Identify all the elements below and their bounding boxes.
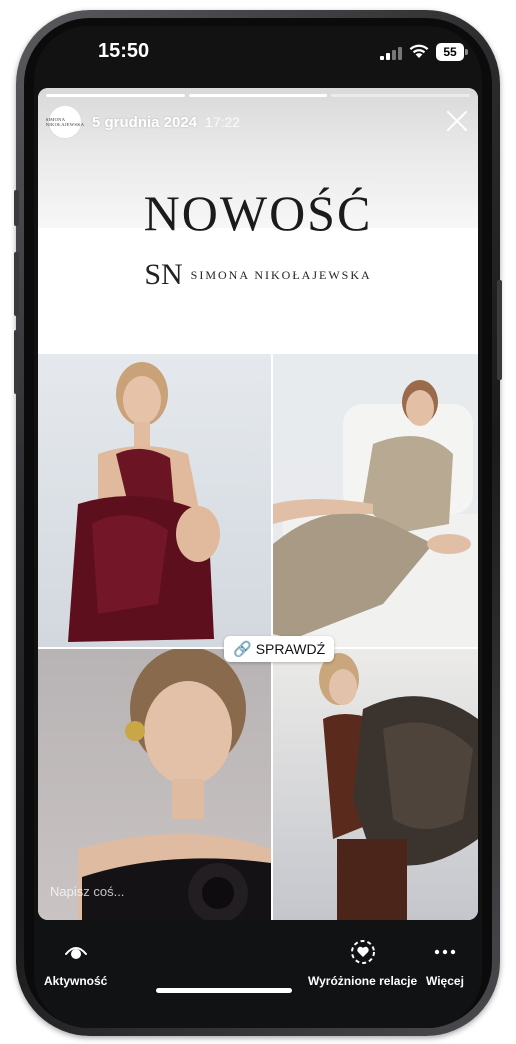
story-bottom-bar: Aktywność Wyróżnione relacje Więcej [34, 920, 482, 1028]
story-viewer[interactable]: SIMONA NIKOŁAJEWSKA 5 grudnia 2024 17:22… [38, 88, 478, 920]
screen: 15:50 55 SIMONA NIKOŁAJEWSKA 5 grudnia 2… [34, 26, 482, 1028]
highlights-button[interactable]: Wyróżnione relacje [308, 938, 417, 988]
link-sticker[interactable]: 🔗 SPRAWDŹ [224, 636, 335, 662]
story-author[interactable]: SIMONA NIKOŁAJEWSKA 5 grudnia 2024 17:22 [46, 105, 241, 139]
reply-input[interactable]: Napisz coś... [50, 884, 124, 899]
story-time: 17:22 [205, 114, 241, 130]
activity-label: Aktywność [44, 974, 108, 988]
photo-black-strapless-dress [38, 649, 271, 920]
link-icon: 🔗 [233, 641, 252, 658]
brand-logo: SN [144, 258, 183, 291]
avatar[interactable]: SIMONA NIKOŁAJEWSKA [46, 105, 84, 139]
cellular-signal-icon [380, 46, 406, 60]
status-bar: 15:50 55 [34, 26, 482, 88]
activity-eye-icon [64, 938, 88, 966]
photo-silver-sequin-dress [273, 354, 478, 647]
activity-button[interactable]: Aktywność [44, 938, 107, 988]
brand-name: SIMONA NIKOŁAJEWSKA [190, 267, 372, 282]
more-dots-icon [434, 938, 456, 966]
link-sticker-label: SPRAWDŹ [255, 641, 326, 657]
progress-segment [331, 94, 471, 97]
photo-burgundy-sequin-dress [38, 354, 271, 647]
highlights-label: Wyróżnione relacje [308, 974, 418, 988]
side-button [14, 190, 19, 226]
status-time: 15:50 [98, 40, 150, 62]
battery-level: 55 [436, 43, 464, 61]
highlight-heart-icon [349, 938, 377, 966]
close-icon[interactable] [444, 108, 470, 134]
more-label: Więcej [426, 974, 464, 988]
progress-segment [46, 94, 185, 97]
story-date: 5 grudnia 2024 [92, 113, 198, 131]
volume-down-button [14, 330, 19, 394]
headline: NOWOŚĆ [143, 185, 373, 241]
volume-up-button [14, 252, 19, 316]
battery-cap [465, 49, 468, 55]
more-button[interactable]: Więcej [426, 938, 464, 988]
story-progress-bar [46, 94, 471, 97]
progress-segment [188, 94, 328, 97]
power-button [497, 280, 502, 380]
home-indicator[interactable] [156, 988, 292, 993]
wifi-icon [409, 44, 429, 58]
photo-fur-coat-outfit [273, 649, 478, 920]
brand-signature: SN SIMONA NIKOŁAJEWSKA [38, 260, 478, 290]
